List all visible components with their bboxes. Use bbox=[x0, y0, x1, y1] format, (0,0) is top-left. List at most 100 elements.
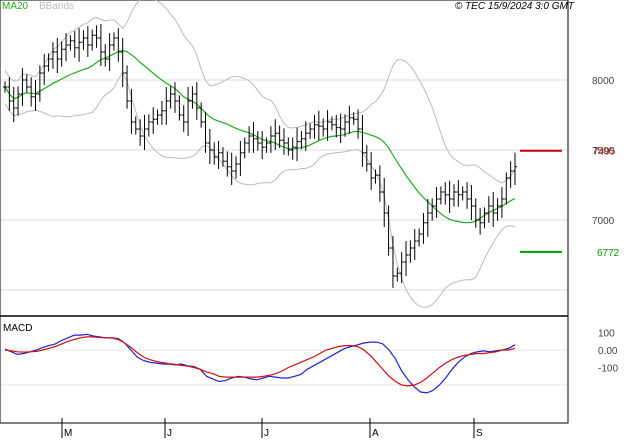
ohlc-bar bbox=[111, 32, 116, 51]
price-y-ticks: 8000 7500 7000 bbox=[592, 76, 615, 227]
ohlc-bar bbox=[190, 86, 195, 109]
ohlc-bar bbox=[268, 126, 273, 153]
ohlc-bar bbox=[273, 119, 278, 150]
ohlc-bar bbox=[412, 229, 417, 260]
chart-frame bbox=[0, 0, 569, 424]
chart-svg: 7495 6772 MA20 BBands © TEC 15/9/2024 3:… bbox=[0, 0, 620, 439]
ohlc-bar bbox=[7, 77, 12, 111]
ohlc-bar bbox=[107, 33, 112, 71]
ohlc-bar bbox=[373, 169, 378, 184]
ohlc-bar bbox=[203, 112, 208, 153]
ohlc-bar bbox=[377, 165, 382, 202]
ohlc-bar bbox=[234, 156, 239, 179]
macd-lines bbox=[4, 333, 516, 394]
ohlc-bar bbox=[173, 82, 177, 113]
ohlc-bar bbox=[286, 137, 291, 156]
ohlc-bar bbox=[138, 119, 143, 146]
ohlc-bar bbox=[168, 86, 173, 109]
ohlc-bar bbox=[155, 109, 160, 125]
ohlc-bar bbox=[456, 180, 461, 207]
ohlc-bar bbox=[408, 240, 413, 263]
ohlc-bar bbox=[251, 122, 256, 153]
ohlc-bar bbox=[11, 87, 16, 122]
price-grid bbox=[0, 79, 568, 291]
ohlc-bar bbox=[3, 81, 7, 93]
ohlc-bar bbox=[50, 42, 55, 69]
support-label: 6772 bbox=[597, 248, 620, 259]
bollinger-bands bbox=[4, 0, 516, 308]
macd-tick-label: 100 bbox=[598, 329, 615, 340]
ohlc-bar bbox=[59, 41, 64, 67]
ohlc-bar bbox=[434, 187, 439, 218]
ohlc-bar bbox=[247, 126, 252, 153]
ohlc-bar bbox=[316, 110, 321, 141]
ohlc-bar bbox=[386, 205, 391, 256]
bband-upper bbox=[4, 0, 516, 184]
ohlc-bar bbox=[77, 28, 82, 62]
ohlc-bar bbox=[181, 105, 186, 132]
ohlc-bar bbox=[478, 208, 483, 235]
ohlc-bar bbox=[255, 131, 260, 151]
ohlc-bar bbox=[499, 187, 504, 218]
ohlc-bar bbox=[469, 185, 474, 220]
y-tick-label: 7000 bbox=[592, 216, 615, 227]
ohlc-bar bbox=[151, 107, 156, 134]
macd-tick-label: 0.00 bbox=[598, 346, 618, 357]
copyright: © TEC 15/9/2024 3:0 GMT bbox=[455, 1, 575, 12]
ohlc-bar bbox=[103, 44, 108, 67]
ohlc-bar bbox=[238, 140, 243, 176]
macd-line bbox=[4, 333, 516, 394]
ma20-line bbox=[4, 49, 516, 224]
ohlc-bar bbox=[447, 180, 452, 213]
ohlc-bar bbox=[308, 123, 313, 139]
x-tick-label: M bbox=[64, 428, 72, 439]
ohlc-bar bbox=[116, 28, 121, 62]
ohlc-bar bbox=[329, 116, 334, 131]
ohlc-bar bbox=[68, 35, 73, 51]
ohlc-bar bbox=[430, 198, 435, 221]
ohlc-bar bbox=[229, 152, 234, 185]
ohlc-bar bbox=[90, 29, 95, 51]
ohlc-bar bbox=[146, 114, 151, 137]
ohlc-bar bbox=[482, 207, 487, 229]
ohlc-bar bbox=[94, 25, 99, 48]
ohlc-bar bbox=[55, 38, 60, 73]
ohlc-bar bbox=[164, 87, 169, 125]
y-tick-label: 7500 bbox=[592, 146, 615, 157]
x-tick-label: J bbox=[167, 428, 172, 439]
ohlc-bar bbox=[465, 182, 470, 209]
macd-grid bbox=[0, 349, 568, 386]
ohlc-bar bbox=[312, 115, 317, 139]
ohlc-bar bbox=[24, 74, 29, 93]
ohlc-bar bbox=[404, 241, 409, 276]
ohlc-bars bbox=[3, 24, 517, 288]
macd-label: MACD bbox=[3, 323, 32, 334]
ohlc-bar bbox=[460, 186, 465, 201]
ohlc-bar bbox=[216, 140, 221, 169]
bbands-legend: BBands bbox=[39, 1, 74, 12]
ohlc-bar bbox=[72, 31, 77, 58]
ohlc-bar bbox=[281, 128, 286, 155]
ohlc-bar bbox=[129, 89, 134, 134]
ohlc-bar bbox=[225, 151, 230, 177]
ohlc-bar bbox=[443, 182, 448, 205]
bband-lower bbox=[4, 71, 516, 308]
x-tick-label: S bbox=[476, 428, 483, 439]
ohlc-bar bbox=[486, 196, 491, 223]
ohlc-bar bbox=[364, 145, 369, 172]
ohlc-bar bbox=[242, 137, 247, 159]
macd-y-ticks: 100 0.00 -100 bbox=[598, 329, 618, 375]
ohlc-bar bbox=[81, 30, 86, 50]
ohlc-bar bbox=[325, 110, 330, 141]
ohlc-bar bbox=[347, 105, 352, 134]
ohlc-bar bbox=[194, 82, 199, 120]
ohlc-bar bbox=[421, 213, 426, 244]
ohlc-bar bbox=[46, 53, 51, 72]
ohlc-bar bbox=[513, 152, 517, 185]
ma20-legend: MA20 bbox=[2, 1, 29, 12]
ohlc-bar bbox=[334, 115, 339, 138]
y-tick-label: 8000 bbox=[592, 76, 615, 87]
ohlc-bar bbox=[390, 236, 395, 288]
x-tick-label: J bbox=[264, 428, 269, 439]
ohlc-bar bbox=[29, 77, 34, 107]
